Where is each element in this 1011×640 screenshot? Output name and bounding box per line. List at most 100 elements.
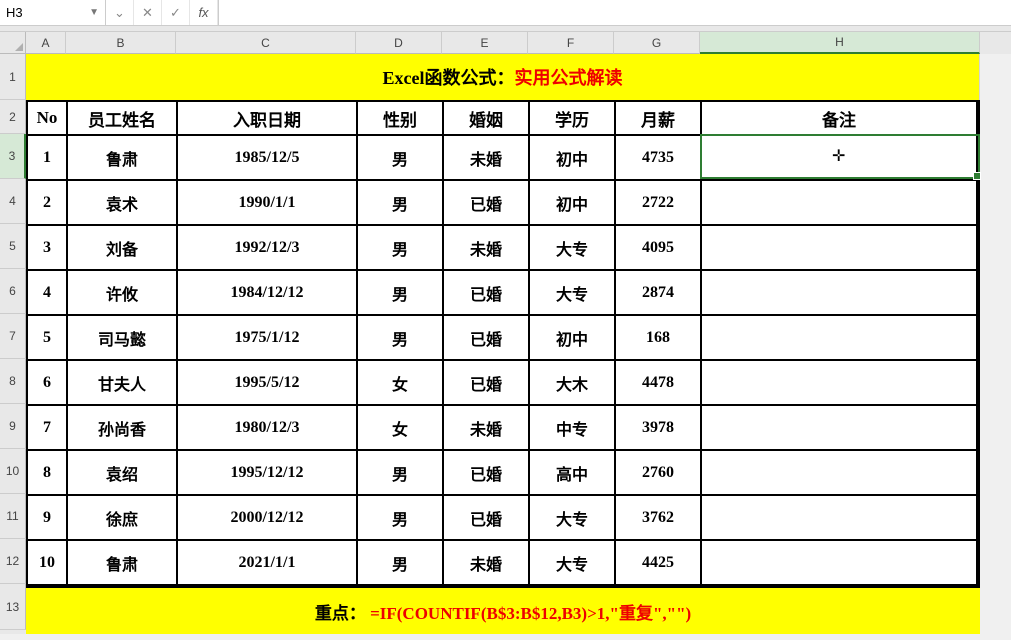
cell-marital[interactable]: 未婚 xyxy=(444,136,530,181)
cell-salary[interactable]: 2722 xyxy=(616,181,702,226)
cell-no[interactable]: 2 xyxy=(28,181,68,226)
cell-hire[interactable]: 1995/5/12 xyxy=(178,361,358,406)
cell-salary[interactable]: 2760 xyxy=(616,451,702,496)
cell-salary[interactable]: 2874 xyxy=(616,271,702,316)
cell-name[interactable]: 司马懿 xyxy=(68,316,178,361)
cell-name[interactable]: 袁术 xyxy=(68,181,178,226)
cell-hire[interactable]: 1995/12/12 xyxy=(178,451,358,496)
cell-hire[interactable]: 1975/1/12 xyxy=(178,316,358,361)
cell-edu[interactable]: 大专 xyxy=(530,271,616,316)
cell-edu[interactable]: 大专 xyxy=(530,226,616,271)
th-remark[interactable]: 备注 xyxy=(702,102,978,136)
cell-hire[interactable]: 1992/12/3 xyxy=(178,226,358,271)
cell-no[interactable]: 1 xyxy=(28,136,68,181)
cell-no[interactable]: 3 xyxy=(28,226,68,271)
th-salary[interactable]: 月薪 xyxy=(616,102,702,136)
col-header-F[interactable]: F xyxy=(528,32,614,54)
cell-edu[interactable]: 中专 xyxy=(530,406,616,451)
row-header-10[interactable]: 10 xyxy=(0,449,26,494)
cell-edu[interactable]: 初中 xyxy=(530,181,616,226)
cell-no[interactable]: 8 xyxy=(28,451,68,496)
col-header-C[interactable]: C xyxy=(176,32,356,54)
formula-input[interactable] xyxy=(219,0,1011,25)
row-header-3[interactable]: 3 xyxy=(0,134,26,179)
cell-remark[interactable] xyxy=(702,451,978,496)
select-all-corner[interactable] xyxy=(0,32,26,54)
row-header-7[interactable]: 7 xyxy=(0,314,26,359)
cell-marital[interactable]: 已婚 xyxy=(444,181,530,226)
cell-hire[interactable]: 1985/12/5 xyxy=(178,136,358,181)
cell-hire[interactable]: 1980/12/3 xyxy=(178,406,358,451)
cell-sex[interactable]: 男 xyxy=(358,316,444,361)
cell-name[interactable]: 徐庶 xyxy=(68,496,178,541)
row-header-11[interactable]: 11 xyxy=(0,494,26,539)
th-sex[interactable]: 性别 xyxy=(358,102,444,136)
cell-edu[interactable]: 大专 xyxy=(530,541,616,586)
th-edu[interactable]: 学历 xyxy=(530,102,616,136)
cell-no[interactable]: 4 xyxy=(28,271,68,316)
cell-hire[interactable]: 2000/12/12 xyxy=(178,496,358,541)
cell-sex[interactable]: 男 xyxy=(358,271,444,316)
row-header-1[interactable]: 1 xyxy=(0,54,26,100)
cell-sex[interactable]: 男 xyxy=(358,496,444,541)
cell-edu[interactable]: 初中 xyxy=(530,136,616,181)
row-header-12[interactable]: 12 xyxy=(0,539,26,584)
cell-name[interactable]: 鲁肃 xyxy=(68,136,178,181)
cell-name[interactable]: 刘备 xyxy=(68,226,178,271)
th-hire[interactable]: 入职日期 xyxy=(178,102,358,136)
cell-salary[interactable]: 4478 xyxy=(616,361,702,406)
cell-sex[interactable]: 女 xyxy=(358,361,444,406)
cell-no[interactable]: 5 xyxy=(28,316,68,361)
cell-edu[interactable]: 大专 xyxy=(530,496,616,541)
cell-remark[interactable] xyxy=(702,406,978,451)
th-name[interactable]: 员工姓名 xyxy=(68,102,178,136)
cell-remark[interactable] xyxy=(702,541,978,586)
cell-remark[interactable] xyxy=(702,226,978,271)
cell-salary[interactable]: 168 xyxy=(616,316,702,361)
cell-remark[interactable] xyxy=(702,181,978,226)
cell-salary[interactable]: 4735 xyxy=(616,136,702,181)
cell-hire[interactable]: 1990/1/1 xyxy=(178,181,358,226)
cell-name[interactable]: 鲁肃 xyxy=(68,541,178,586)
cell-marital[interactable]: 已婚 xyxy=(444,451,530,496)
th-no[interactable]: No xyxy=(28,102,68,136)
cell-marital[interactable]: 已婚 xyxy=(444,316,530,361)
cell-remark[interactable] xyxy=(702,271,978,316)
cell-name[interactable]: 袁绍 xyxy=(68,451,178,496)
confirm-icon[interactable]: ✓ xyxy=(162,0,190,25)
col-header-E[interactable]: E xyxy=(442,32,528,54)
cell-no[interactable]: 6 xyxy=(28,361,68,406)
col-header-D[interactable]: D xyxy=(356,32,442,54)
cell-salary[interactable]: 3762 xyxy=(616,496,702,541)
col-header-G[interactable]: G xyxy=(614,32,700,54)
col-header-A[interactable]: A xyxy=(26,32,66,54)
cell-sex[interactable]: 男 xyxy=(358,451,444,496)
cell-marital[interactable]: 已婚 xyxy=(444,496,530,541)
cell-marital[interactable]: 已婚 xyxy=(444,271,530,316)
row-header-8[interactable]: 8 xyxy=(0,359,26,404)
cell-edu[interactable]: 高中 xyxy=(530,451,616,496)
cell-marital[interactable]: 未婚 xyxy=(444,406,530,451)
cell-sex[interactable]: 男 xyxy=(358,181,444,226)
row-header-9[interactable]: 9 xyxy=(0,404,26,449)
cell-sex[interactable]: 男 xyxy=(358,136,444,181)
cell-sex[interactable]: 男 xyxy=(358,541,444,586)
col-header-H[interactable]: H xyxy=(700,32,980,54)
row-header-4[interactable]: 4 xyxy=(0,179,26,224)
cell-hire[interactable]: 2021/1/1 xyxy=(178,541,358,586)
cancel-icon[interactable]: ✕ xyxy=(134,0,162,25)
cell-salary[interactable]: 3978 xyxy=(616,406,702,451)
row-header-6[interactable]: 6 xyxy=(0,269,26,314)
cell-name[interactable]: 许攸 xyxy=(68,271,178,316)
cells-area[interactable]: Excel函数公式：实用公式解读 No 员工姓名 入职日期 性别 婚姻 学历 月… xyxy=(26,54,1011,634)
cell-marital[interactable]: 已婚 xyxy=(444,361,530,406)
cell-no[interactable]: 9 xyxy=(28,496,68,541)
row-header-2[interactable]: 2 xyxy=(0,100,26,134)
cell-remark[interactable] xyxy=(702,316,978,361)
cell-remark[interactable] xyxy=(702,361,978,406)
cell-no[interactable]: 10 xyxy=(28,541,68,586)
col-header-B[interactable]: B xyxy=(66,32,176,54)
cell-no[interactable]: 7 xyxy=(28,406,68,451)
row-header-5[interactable]: 5 xyxy=(0,224,26,269)
cell-hire[interactable]: 1984/12/12 xyxy=(178,271,358,316)
